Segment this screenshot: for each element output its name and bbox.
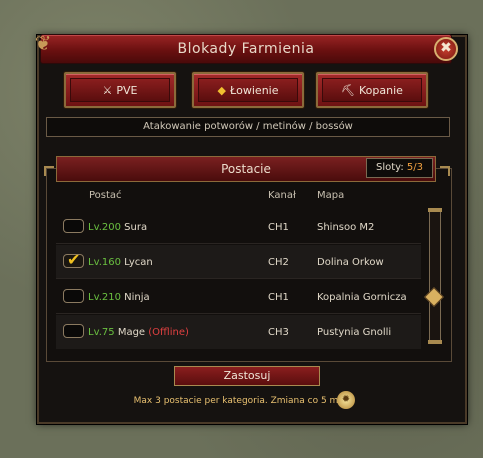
fish-icon: ◆ (217, 83, 226, 97)
channel-cell: CH1 (268, 292, 289, 303)
info-icon[interactable]: ✹ (337, 391, 355, 409)
tab-label: Łowienie (229, 83, 279, 97)
slots-label: Sloty: (376, 162, 407, 173)
sword-icon: ⚔ (102, 83, 113, 97)
character-cell: Lv.75 Mage (Offline) (88, 327, 189, 338)
map-cell: Shinsoo M2 (317, 222, 375, 233)
tab-lowienie[interactable]: ◆ Łowienie (192, 72, 304, 108)
channel-cell: CH2 (268, 257, 289, 268)
map-cell: Dolina Orkow (317, 257, 384, 268)
character-row[interactable]: Lv.200 Sura CH1 Shinsoo M2 (56, 210, 421, 244)
tab-kopanie[interactable]: ⛏ Kopanie (316, 72, 428, 108)
map-cell: Pustynia Gnolli (317, 327, 392, 338)
corner-ornament (440, 166, 450, 176)
select-checkbox[interactable] (63, 289, 84, 303)
tab-label: Kopanie (359, 83, 403, 97)
corner-ornament (44, 166, 54, 176)
pickaxe-icon: ⛏ (341, 83, 356, 97)
apply-button[interactable]: Zastosuj (174, 366, 320, 386)
channel-cell: CH3 (268, 327, 289, 338)
scrollbar-cap (428, 340, 442, 344)
close-button[interactable]: ✖ (434, 37, 458, 61)
column-header-character: Postać (89, 190, 122, 201)
channel-cell: CH1 (268, 222, 289, 233)
select-checkbox[interactable] (63, 324, 84, 338)
window-title: Blokady Farmienia (177, 41, 315, 57)
column-header-map: Mapa (317, 190, 345, 201)
title-bar[interactable]: Blokady Farmienia (40, 34, 452, 64)
checkmark-icon: ✔ (67, 250, 81, 269)
select-checkbox[interactable]: ✔ (63, 250, 84, 269)
slots-counter: Sloty: 5/3 (366, 158, 433, 178)
column-header-channel: Kanał (268, 190, 296, 201)
character-cell: Lv.210 Ninja (88, 292, 150, 303)
map-cell: Kopalnia Gornicza (317, 292, 407, 303)
slots-value: 5/3 (406, 162, 423, 173)
tab-label: PVE (116, 83, 138, 97)
character-row[interactable]: Lv.75 Mage (Offline) CH3 Pustynia Gnolli (56, 315, 421, 349)
character-cell: Lv.200 Sura (88, 222, 148, 233)
scrollbar[interactable] (429, 208, 441, 344)
character-row[interactable]: ✔ Lv.160 Lycan CH2 Dolina Orkow (56, 245, 421, 279)
category-tabs: ⚔ PVE ◆ Łowienie ⛏ Kopanie (58, 72, 436, 112)
select-checkbox[interactable] (63, 219, 84, 233)
dragon-ornament-icon: ❦ (34, 31, 52, 55)
character-row[interactable]: Lv.210 Ninja CH1 Kopalnia Gornicza (56, 280, 421, 314)
category-description: Atakowanie potworów / metinów / bossów (46, 117, 450, 137)
tab-pve[interactable]: ⚔ PVE (64, 72, 176, 108)
footer-note: Max 3 postacie per kategoria. Zmiana co … (133, 396, 350, 406)
scrollbar-cap (428, 208, 442, 212)
character-cell: Lv.160 Lycan (88, 257, 153, 268)
